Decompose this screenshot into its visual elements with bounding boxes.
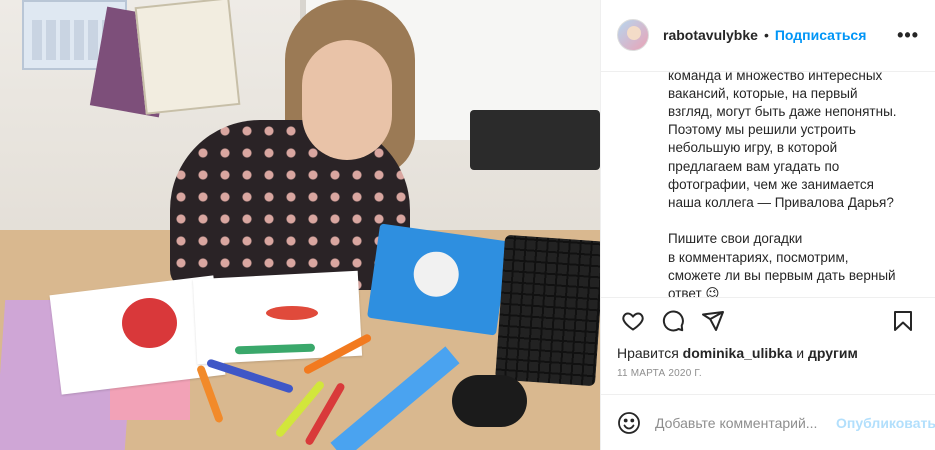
caption-line: в комментариях, посмотрим, (668, 249, 849, 265)
post-actions (601, 296, 935, 345)
liker-username-link[interactable]: dominika_ulibka (683, 345, 793, 361)
post-caption: команда и множество интересных вакансий,… (601, 72, 935, 297)
caption-line: небольшую игру, в которой (668, 140, 838, 156)
post-sidebar: rabotavulybke • Подписаться ••• команда … (600, 0, 935, 450)
comment-button[interactable] (653, 301, 693, 341)
likes-prefix: Нравится (617, 345, 679, 362)
save-button[interactable] (883, 301, 923, 341)
bookmark-icon (894, 311, 912, 331)
post-date[interactable]: 11 марта 2020 г. (601, 362, 935, 394)
comment-form: Опубликовать (601, 394, 935, 450)
post-header: rabotavulybke • Подписаться ••• (601, 0, 935, 72)
caption-line: ответ 😉 (668, 285, 720, 297)
instagram-post: rabotavulybke • Подписаться ••• команда … (0, 0, 935, 450)
separator-dot: • (763, 27, 769, 44)
likes-others-link[interactable]: другим (808, 345, 858, 361)
caption-line: Пишите свои догадки (668, 231, 803, 247)
photo-person-face (302, 40, 392, 160)
photo-certificate (134, 0, 241, 115)
caption-line: Поэтому мы решили устроить (668, 122, 856, 138)
post-photo[interactable] (0, 0, 600, 450)
caption-line: команда и множество интересных (668, 71, 883, 83)
follow-button[interactable]: Подписаться (775, 27, 867, 43)
emoji-button[interactable] (617, 410, 641, 436)
photo-keyboard (495, 234, 600, 387)
heart-icon (622, 312, 644, 331)
more-options-icon[interactable]: ••• (897, 25, 919, 46)
caption-line: наша коллега — Привалова Дарья? (668, 195, 894, 211)
photo-mouse (452, 375, 527, 427)
smiley-icon (618, 411, 640, 434)
caption-line: предлагаем вам угадать по (668, 158, 840, 174)
share-icon (702, 311, 724, 331)
username-link[interactable]: rabotavulybke (663, 27, 758, 43)
publish-button[interactable]: Опубликовать (836, 415, 935, 431)
caption-line: вакансий, которые, на первый (668, 85, 858, 101)
likes-summary: Нравится dominika_ulibka и другим (601, 344, 935, 362)
like-button[interactable] (613, 301, 653, 341)
photo-tomato-drawing (266, 306, 318, 320)
caption-line: взгляд, могут быть даже непонятны. (668, 104, 897, 120)
comment-icon (662, 310, 684, 332)
likes-conjunction: и (796, 345, 805, 362)
avatar[interactable] (617, 19, 649, 52)
comment-input[interactable] (655, 414, 836, 431)
photo-blue-notebook (367, 223, 509, 336)
share-button[interactable] (693, 301, 733, 341)
caption-line: фотографии, чем же занимается (668, 176, 874, 192)
photo-tomato-drawing (122, 298, 177, 348)
photo-document-tray (470, 110, 600, 170)
caption-line: сможете ли вы первым дать верный (668, 267, 896, 283)
